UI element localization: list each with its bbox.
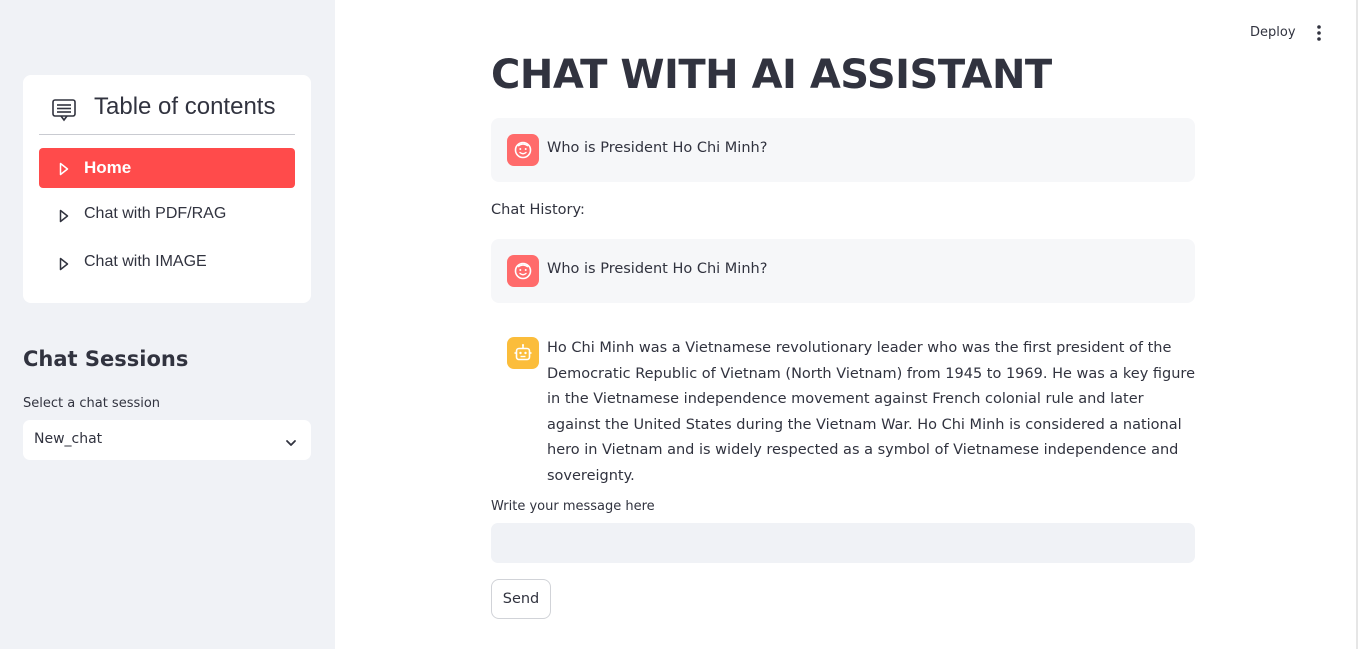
smiley-face-icon bbox=[514, 262, 532, 280]
user-avatar bbox=[507, 134, 539, 166]
select-value: New_chat bbox=[34, 431, 103, 447]
chevron-down-icon bbox=[285, 434, 297, 446]
select-session-label: Select a chat session bbox=[23, 396, 161, 411]
message-text: Who is President Ho Chi Minh? bbox=[547, 261, 768, 277]
robot-icon bbox=[514, 344, 532, 361]
history-assistant-message: Ho Chi Minh was a Vietnamese revolutiona… bbox=[491, 321, 1195, 484]
smiley-face-icon bbox=[514, 141, 532, 159]
toc-header: Table of contents bbox=[39, 91, 295, 135]
current-user-message: Who is President Ho Chi Minh? bbox=[491, 118, 1195, 182]
deploy-button[interactable]: Deploy bbox=[1250, 25, 1296, 40]
nav-item-label: Home bbox=[84, 158, 132, 177]
nav-item-home[interactable]: Home bbox=[39, 148, 295, 188]
play-triangle-icon bbox=[59, 256, 69, 271]
message-input[interactable] bbox=[491, 523, 1195, 563]
message-text: Who is President Ho Chi Minh? bbox=[547, 140, 768, 156]
play-triangle-icon bbox=[59, 208, 69, 223]
chat-sessions-heading: Chat Sessions bbox=[23, 347, 189, 371]
nav-item-chat-pdf-rag[interactable]: Chat with PDF/RAG bbox=[39, 195, 295, 235]
nav-item-label: Chat with IMAGE bbox=[84, 253, 207, 270]
page-title: CHAT WITH AI ASSISTANT bbox=[491, 52, 1052, 98]
nav-item-chat-image[interactable]: Chat with IMAGE bbox=[39, 243, 295, 283]
message-input-label: Write your message here bbox=[491, 499, 655, 514]
more-vertical-icon[interactable] bbox=[1311, 24, 1327, 42]
app-root: Table of contents Home Chat with PDF/RAG… bbox=[0, 0, 1358, 649]
chat-history-label: Chat History: bbox=[491, 202, 585, 218]
history-user-message: Who is President Ho Chi Minh? bbox=[491, 239, 1195, 303]
chat-session-select[interactable]: New_chat bbox=[23, 420, 311, 460]
assistant-message-text: Ho Chi Minh was a Vietnamese revolutiona… bbox=[547, 340, 1195, 484]
sidebar: Table of contents Home Chat with PDF/RAG… bbox=[0, 0, 335, 649]
list-document-icon bbox=[51, 97, 77, 123]
table-of-contents-card: Table of contents Home Chat with PDF/RAG… bbox=[23, 75, 311, 303]
toc-title: Table of contents bbox=[94, 93, 276, 120]
play-triangle-icon bbox=[59, 161, 69, 176]
nav-item-label: Chat with PDF/RAG bbox=[84, 205, 227, 222]
send-button[interactable]: Send bbox=[491, 579, 551, 619]
user-avatar bbox=[507, 255, 539, 287]
bot-avatar bbox=[507, 337, 539, 369]
